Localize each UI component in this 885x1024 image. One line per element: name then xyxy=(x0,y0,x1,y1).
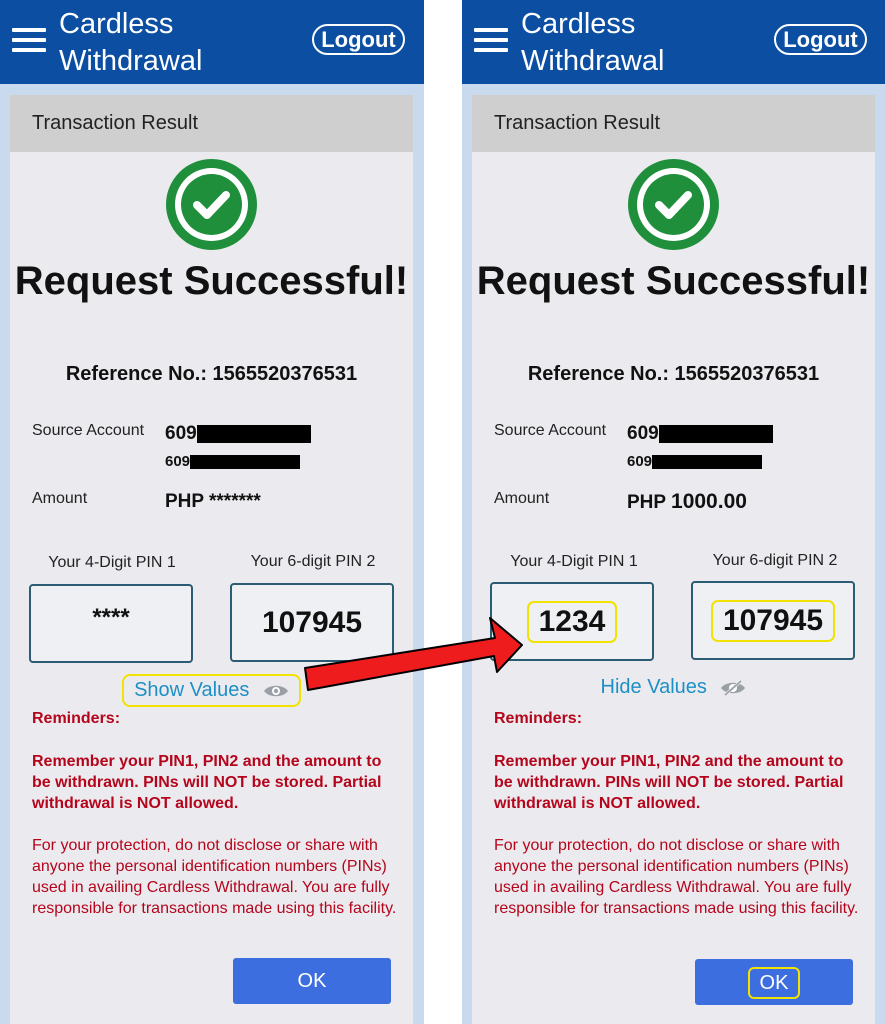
source-account-value-2: 609 xyxy=(627,453,763,470)
app-title: Cardless Withdrawal xyxy=(521,8,665,77)
redaction-bar xyxy=(196,424,311,443)
amount-value: PHP 1000.00 xyxy=(627,490,747,514)
logout-button[interactable]: Logout xyxy=(774,24,867,55)
pin1-label: Your 4-Digit PIN 1 xyxy=(510,553,638,570)
pin1-value-wrap: 1234 xyxy=(492,601,652,643)
pin1-label: Your 4-Digit PIN 1 xyxy=(48,554,176,571)
app-header: Cardless Withdrawal Logout xyxy=(0,0,424,84)
transaction-result-card: Transaction Result Request Successful! R… xyxy=(472,95,875,1024)
transaction-result-card: Transaction Result Request Successful! R… xyxy=(10,95,413,1024)
checkmark-circle-icon xyxy=(628,159,719,250)
ok-label[interactable]: OK xyxy=(298,970,327,992)
source-account-prefix: 609 xyxy=(627,423,659,444)
reference-number: Reference No.: 1565520376531 xyxy=(527,363,820,385)
source-account-prefix-2: 609 xyxy=(165,453,191,470)
reference-number: Reference No.: 1565520376531 xyxy=(65,363,358,385)
app-header: Cardless Withdrawal Logout xyxy=(462,0,885,84)
phone-screen-values-shown: Cardless Withdrawal Logout Transaction R… xyxy=(462,0,885,1024)
pin2-label: Your 6-digit PIN 2 xyxy=(712,552,838,569)
hide-values-toggle[interactable]: Hide Values xyxy=(472,676,875,699)
pin1-box: **** xyxy=(29,584,193,663)
amount-masked: ******* xyxy=(209,491,261,512)
source-account-prefix-2: 609 xyxy=(627,453,653,470)
show-values-label[interactable]: Show Values xyxy=(134,679,249,701)
show-values-toggle[interactable]: Show Values xyxy=(10,674,413,707)
pin2-value: 107945 xyxy=(710,600,836,642)
pin2-value-wrap: 107945 xyxy=(693,600,853,642)
reminder-text: For your protection, do not disclose or … xyxy=(32,837,397,917)
redaction-bar xyxy=(190,455,301,470)
app-title: Cardless Withdrawal xyxy=(59,8,203,77)
source-account-value: 609 xyxy=(165,423,311,445)
pin1-value: **** xyxy=(92,604,130,631)
amount-number: 1000.00 xyxy=(671,490,747,513)
hamburger-icon[interactable] xyxy=(12,28,46,52)
eye-slash-icon xyxy=(721,679,746,696)
card-title: Transaction Result xyxy=(472,95,875,152)
pin2-label: Your 6-digit PIN 2 xyxy=(250,553,376,570)
ok-label[interactable]: OK xyxy=(747,966,801,999)
amount-label: Amount xyxy=(32,490,88,507)
amount-currency: PHP xyxy=(627,492,666,513)
pin1-box: 1234 xyxy=(490,582,654,661)
ok-button[interactable]: OK xyxy=(233,958,391,1004)
reminders-title: Reminders: xyxy=(494,710,583,727)
pin2-value: 107945 xyxy=(261,606,363,639)
source-account-value-2: 609 xyxy=(165,453,301,470)
source-account-prefix: 609 xyxy=(165,423,197,444)
success-headline: Request Successful! xyxy=(476,259,871,303)
ok-button[interactable]: OK xyxy=(695,959,853,1005)
pin1-value: 1234 xyxy=(526,601,618,643)
source-account-value: 609 xyxy=(627,423,773,445)
source-account-label: Source Account xyxy=(494,422,607,439)
redaction-bar xyxy=(658,424,773,443)
eye-icon xyxy=(263,685,288,696)
amount-currency: PHP xyxy=(165,491,204,512)
phone-screen-values-hidden: Cardless Withdrawal Logout Transaction R… xyxy=(0,0,424,1024)
reminder-text: For your protection, do not disclose or … xyxy=(494,837,859,917)
amount-value: PHP ******* xyxy=(165,491,261,513)
source-account-label: Source Account xyxy=(32,422,145,439)
pin2-box: 107945 xyxy=(691,581,855,660)
hide-values-label[interactable]: Hide Values xyxy=(601,676,707,698)
reminder-bold-text: Remember your PIN1, PIN2 and the amount … xyxy=(494,753,844,812)
redaction-bar xyxy=(652,455,763,470)
amount-label: Amount xyxy=(494,490,550,507)
pin2-box: 107945 xyxy=(230,583,394,662)
checkmark-circle-icon xyxy=(166,159,257,250)
reminders-title: Reminders: xyxy=(32,710,121,727)
hamburger-icon[interactable] xyxy=(474,28,508,52)
reminder-bold-text: Remember your PIN1, PIN2 and the amount … xyxy=(32,753,382,812)
logout-button[interactable]: Logout xyxy=(312,24,405,55)
success-headline: Request Successful! xyxy=(14,259,409,303)
card-title: Transaction Result xyxy=(10,95,413,152)
